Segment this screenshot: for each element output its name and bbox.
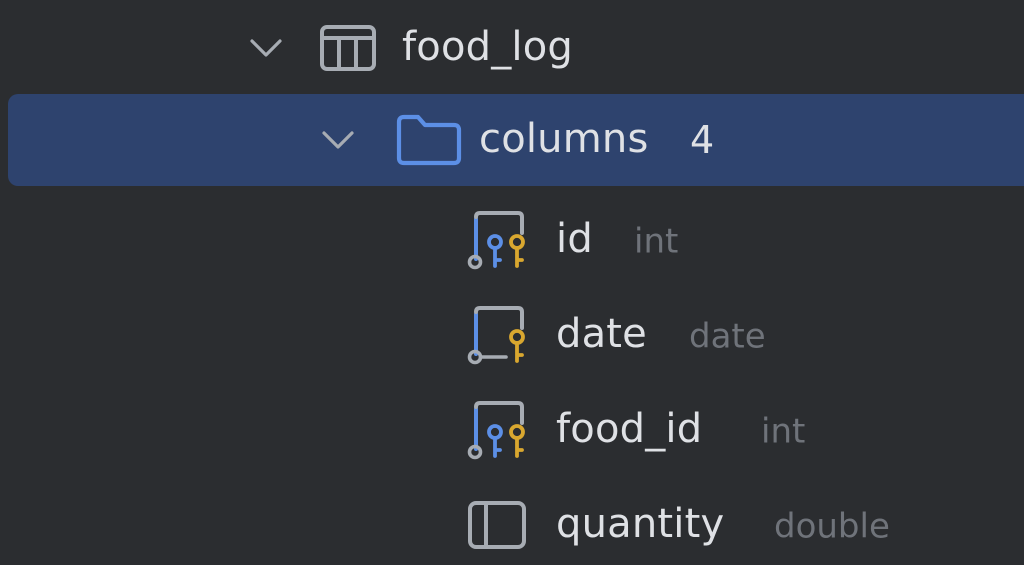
tree-node-columns-folder[interactable]: columns 4 — [8, 94, 1024, 186]
column-type: double — [774, 506, 890, 547]
column-type: date — [689, 316, 766, 357]
tree-node-column[interactable]: date date — [0, 289, 1024, 381]
table-icon — [320, 25, 376, 71]
folder-icon — [396, 114, 462, 166]
column-name: date — [556, 311, 647, 358]
column-name: quantity — [556, 501, 725, 548]
folder-name: columns — [479, 116, 649, 163]
primary-foreign-key-column-icon — [467, 211, 525, 270]
primary-foreign-key-column-icon — [467, 401, 525, 460]
indexed-key-column-icon — [467, 306, 525, 365]
tree-node-column[interactable]: food_id int — [0, 384, 1024, 476]
column-type: int — [634, 221, 679, 262]
database-tree: food_log columns 4 id int date date food… — [0, 0, 1024, 565]
tree-node-table[interactable]: food_log — [0, 2, 1024, 94]
column-name: food_id — [556, 406, 703, 453]
chevron-down-icon[interactable] — [320, 128, 356, 152]
column-type: int — [761, 411, 806, 452]
chevron-down-icon[interactable] — [248, 36, 284, 60]
column-icon — [468, 501, 526, 549]
table-name: food_log — [402, 24, 573, 71]
column-count: 4 — [690, 118, 715, 162]
column-name: id — [556, 216, 593, 263]
tree-node-column[interactable]: quantity double — [0, 479, 1024, 565]
tree-node-column[interactable]: id int — [0, 194, 1024, 286]
